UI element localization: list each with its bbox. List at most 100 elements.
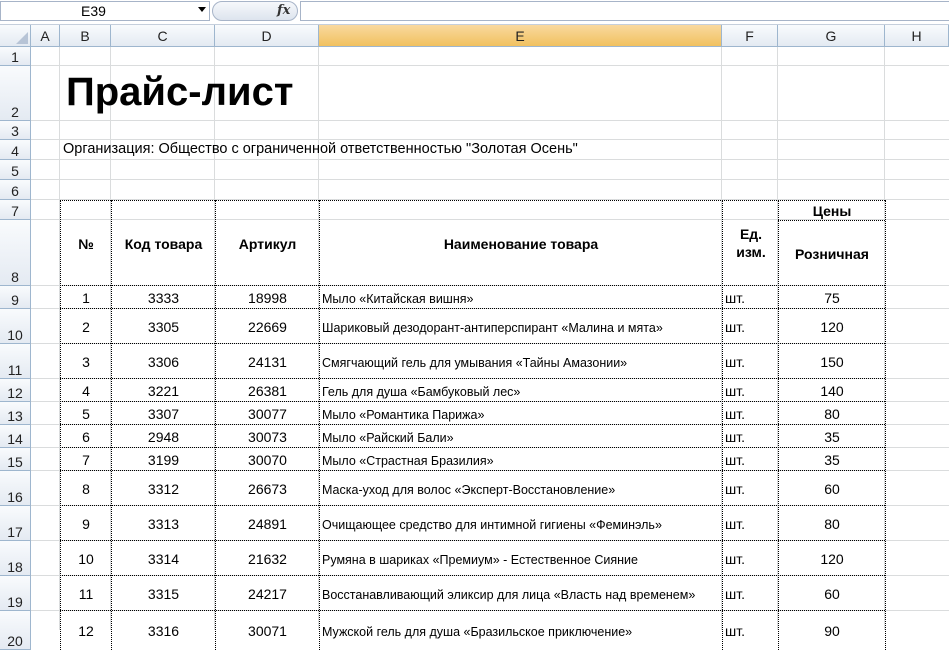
item-name[interactable]: Гель для душа «Бамбуковый лес» <box>322 383 722 401</box>
item-unit[interactable]: шт. <box>725 550 777 568</box>
item-code[interactable]: 3312 <box>112 480 215 498</box>
row-header-3[interactable]: 3 <box>0 121 31 140</box>
item-article[interactable]: 30070 <box>216 451 319 469</box>
item-price[interactable]: 60 <box>779 480 885 498</box>
item-name[interactable]: Мужской гель для душа «Бразильское прикл… <box>322 623 722 641</box>
select-all-button[interactable] <box>0 25 31 47</box>
item-name[interactable]: Мыло «Романтика Парижа» <box>322 406 722 424</box>
row-header-17[interactable]: 17 <box>0 506 31 541</box>
item-number[interactable]: 11 <box>61 585 111 603</box>
item-code[interactable]: 3314 <box>112 550 215 568</box>
item-name[interactable]: Шариковый дезодорант-антиперспирант «Мал… <box>322 319 722 337</box>
chevron-down-icon[interactable] <box>198 7 206 12</box>
row-header-4[interactable]: 4 <box>0 140 31 160</box>
item-price[interactable]: 150 <box>779 353 885 371</box>
name-box[interactable]: E39 <box>0 1 210 21</box>
row-header-6[interactable]: 6 <box>0 180 31 200</box>
item-number[interactable]: 10 <box>61 550 111 568</box>
item-code[interactable]: 3333 <box>112 289 215 307</box>
item-name[interactable]: Мыло «Райский Бали» <box>322 429 722 447</box>
item-article[interactable]: 30073 <box>216 428 319 446</box>
item-number[interactable]: 5 <box>61 405 111 423</box>
item-number[interactable]: 4 <box>61 382 111 400</box>
row-header-2[interactable]: 2 <box>0 66 31 121</box>
column-header-a[interactable]: A <box>31 25 60 47</box>
column-header-b[interactable]: B <box>60 25 111 47</box>
column-header-d[interactable]: D <box>215 25 319 47</box>
column-header-e[interactable]: E <box>319 25 722 47</box>
item-unit[interactable]: шт. <box>725 318 777 336</box>
row-header-14[interactable]: 14 <box>0 425 31 448</box>
item-article[interactable]: 30077 <box>216 405 319 423</box>
item-code[interactable]: 3199 <box>112 451 215 469</box>
item-article[interactable]: 21632 <box>216 550 319 568</box>
row-header-7[interactable]: 7 <box>0 200 31 220</box>
item-price[interactable]: 35 <box>779 451 885 469</box>
formula-input[interactable] <box>300 1 949 21</box>
header-prices[interactable]: Цены <box>779 202 885 220</box>
item-price[interactable]: 120 <box>779 318 885 336</box>
row-header-11[interactable]: 11 <box>0 344 31 379</box>
item-unit[interactable]: шт. <box>725 451 777 469</box>
item-code[interactable]: 3316 <box>112 622 215 640</box>
row-header-13[interactable]: 13 <box>0 402 31 425</box>
item-code[interactable]: 3221 <box>112 382 215 400</box>
header-unit[interactable]: Ед. изм. <box>726 225 776 261</box>
header-retail[interactable]: Розничная <box>779 245 885 263</box>
row-header-12[interactable]: 12 <box>0 379 31 402</box>
column-header-c[interactable]: C <box>111 25 215 47</box>
item-name[interactable]: Мыло «Страстная Бразилия» <box>322 452 722 470</box>
item-article[interactable]: 24891 <box>216 515 319 533</box>
row-header-16[interactable]: 16 <box>0 471 31 506</box>
item-code[interactable]: 3305 <box>112 318 215 336</box>
row-header-1[interactable]: 1 <box>0 47 31 66</box>
header-product-code[interactable]: Код товара <box>112 235 215 253</box>
item-number[interactable]: 3 <box>61 353 111 371</box>
item-code[interactable]: 3315 <box>112 585 215 603</box>
row-header-19[interactable]: 19 <box>0 576 31 611</box>
item-unit[interactable]: шт. <box>725 622 777 640</box>
item-article[interactable]: 30071 <box>216 622 319 640</box>
item-number[interactable]: 2 <box>61 318 111 336</box>
row-header-5[interactable]: 5 <box>0 160 31 180</box>
item-number[interactable]: 1 <box>61 289 111 307</box>
row-header-20[interactable]: 20 <box>0 611 31 650</box>
item-code[interactable]: 3313 <box>112 515 215 533</box>
row-header-9[interactable]: 9 <box>0 286 31 309</box>
item-article[interactable]: 18998 <box>216 289 319 307</box>
item-price[interactable]: 75 <box>779 289 885 307</box>
item-code[interactable]: 3307 <box>112 405 215 423</box>
item-unit[interactable]: шт. <box>725 480 777 498</box>
item-number[interactable]: 8 <box>61 480 111 498</box>
item-code[interactable]: 3306 <box>112 353 215 371</box>
item-price[interactable]: 120 <box>779 550 885 568</box>
header-number[interactable]: № <box>61 235 111 253</box>
item-article[interactable]: 24217 <box>216 585 319 603</box>
item-unit[interactable]: шт. <box>725 382 777 400</box>
price-list-title[interactable]: Прайс-лист <box>66 70 293 115</box>
organization-text[interactable]: Организация: Общество с ограниченной отв… <box>63 141 578 157</box>
item-number[interactable]: 6 <box>61 428 111 446</box>
column-header-h[interactable]: H <box>885 25 949 47</box>
item-price[interactable]: 80 <box>779 405 885 423</box>
item-article[interactable]: 26673 <box>216 480 319 498</box>
item-price[interactable]: 90 <box>779 622 885 640</box>
header-product-name[interactable]: Наименование товара <box>320 235 722 253</box>
item-article[interactable]: 22669 <box>216 318 319 336</box>
item-price[interactable]: 140 <box>779 382 885 400</box>
item-name[interactable]: Маска-уход для волос «Эксперт-Восстановл… <box>322 481 722 499</box>
column-header-f[interactable]: F <box>722 25 778 47</box>
item-name[interactable]: Румяна в шариках «Премиум» - Естественно… <box>322 551 722 569</box>
item-number[interactable]: 9 <box>61 515 111 533</box>
item-code[interactable]: 2948 <box>112 428 215 446</box>
item-number[interactable]: 12 <box>61 622 111 640</box>
item-unit[interactable]: шт. <box>725 405 777 423</box>
row-header-8[interactable]: 8 <box>0 220 31 286</box>
column-header-g[interactable]: G <box>778 25 885 47</box>
item-name[interactable]: Мыло «Китайская вишня» <box>322 290 722 308</box>
item-price[interactable]: 35 <box>779 428 885 446</box>
item-name[interactable]: Очищающее средство для интимной гигиены … <box>322 516 722 534</box>
item-unit[interactable]: шт. <box>725 289 777 307</box>
item-unit[interactable]: шт. <box>725 515 777 533</box>
header-article[interactable]: Артикул <box>216 235 319 253</box>
